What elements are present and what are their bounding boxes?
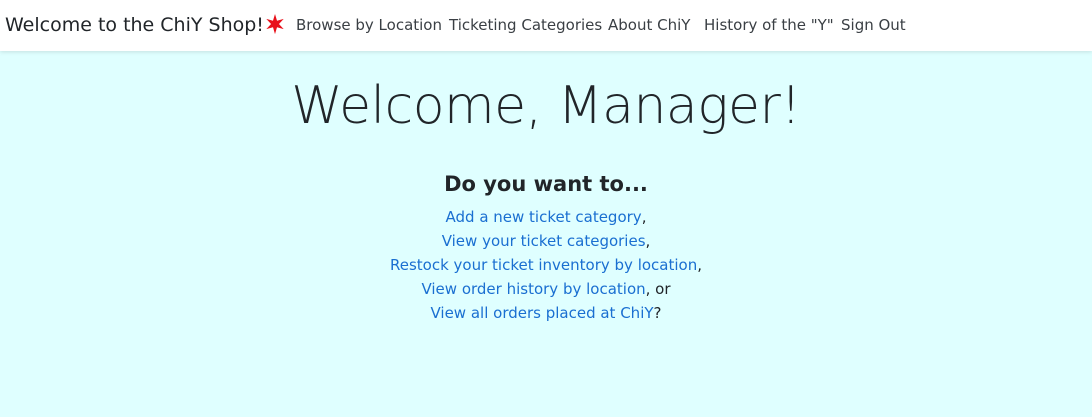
list-item: Restock your ticket inventory by locatio…: [0, 253, 1092, 277]
list-item: View order history by location, or: [0, 277, 1092, 301]
top-navbar: Welcome to the ChiY Shop! Browse by Loca…: [0, 0, 1092, 51]
punctuation: ,: [641, 208, 647, 226]
list-item: View your ticket categories,: [0, 229, 1092, 253]
question-heading: Do you want to...: [444, 172, 648, 196]
add-ticket-category-link[interactable]: Add a new ticket category: [446, 208, 642, 226]
list-item: View all orders placed at ChiY?: [0, 301, 1092, 325]
nav-browse-by-location[interactable]: Browse by Location: [296, 15, 442, 35]
main-content: Welcome, Manager! Do you want to... Add …: [0, 51, 1092, 417]
punctuation: ,: [697, 256, 702, 274]
punctuation: ?: [653, 304, 662, 322]
list-item: Add a new ticket category,: [0, 205, 1092, 229]
nav-history-of-y[interactable]: History of the "Y": [704, 15, 834, 35]
nav-sign-out[interactable]: Sign Out: [841, 15, 906, 35]
restock-inventory-link[interactable]: Restock your ticket inventory by locatio…: [390, 256, 697, 274]
view-ticket-categories-link[interactable]: View your ticket categories: [442, 232, 646, 250]
nav-about-chiy[interactable]: About ChiY: [608, 15, 690, 35]
view-all-orders-link[interactable]: View all orders placed at ChiY: [430, 304, 653, 322]
page-title: Welcome, Manager!: [291, 76, 801, 136]
punctuation: , or: [645, 280, 671, 298]
punctuation: ,: [645, 232, 651, 250]
action-list: Add a new ticket category, View your tic…: [0, 205, 1092, 325]
order-history-by-location-link[interactable]: View order history by location: [421, 280, 645, 298]
brand-link[interactable]: Welcome to the ChiY Shop!: [5, 12, 264, 38]
nav-ticketing-categories[interactable]: Ticketing Categories: [449, 15, 602, 35]
chicago-star-icon: [266, 14, 284, 35]
